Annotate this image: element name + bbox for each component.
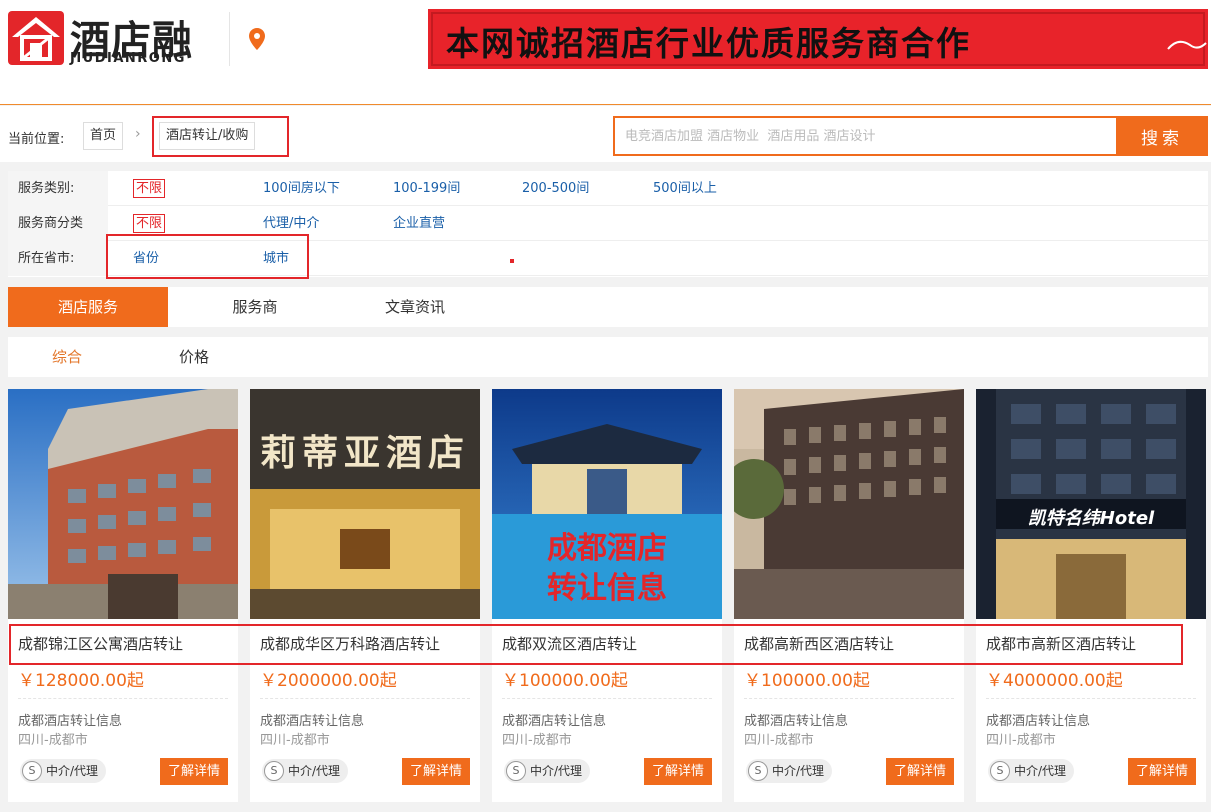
main-tabs: 酒店服务 服务商 文章资讯	[8, 287, 1208, 327]
breadcrumb-label: 当前位置:	[8, 132, 65, 147]
tab-providers[interactable]: 服务商	[175, 287, 335, 327]
details-button[interactable]: 了解详情	[1128, 758, 1196, 785]
hotel-sign-text: 凯特名纬Hotel	[1027, 508, 1155, 529]
provider-badge: S 中介/代理	[746, 759, 833, 783]
page: 酒店融 JIUDIANRONG 本网诚招酒店行业优质服务商合作 当前位置: 首页…	[0, 0, 1211, 812]
provider-s-icon: S	[264, 761, 284, 781]
search-box	[613, 116, 1117, 156]
listing-location: 四川-成都市	[986, 733, 1056, 748]
provider-badge: S 中介/代理	[262, 759, 349, 783]
breadcrumb-home[interactable]: 首页	[83, 122, 124, 150]
listing-location: 四川-成都市	[18, 733, 88, 748]
listing-photo[interactable]: 凯特名纬Hotel	[976, 389, 1206, 619]
search-button[interactable]: 搜索	[1116, 116, 1208, 156]
provider-s-icon: S	[506, 761, 526, 781]
listing-category: 成都酒店转让信息	[502, 714, 607, 729]
overlay-text-line1: 成都酒店	[547, 531, 667, 566]
location-pin-icon[interactable]	[247, 27, 267, 51]
tab-hotel-service[interactable]: 酒店服务	[8, 287, 168, 327]
divider	[18, 698, 228, 699]
provider-s-icon: S	[22, 761, 42, 781]
listing-location: 四川-成都市	[260, 733, 330, 748]
listing-price: ￥4000000.00起	[986, 671, 1123, 691]
sort-tab-overall[interactable]: 综合	[52, 337, 82, 377]
details-button[interactable]: 了解详情	[402, 758, 470, 785]
details-button[interactable]: 了解详情	[160, 758, 228, 785]
highlight-box-titles	[9, 624, 1183, 665]
filter-option[interactable]: 100间房以下	[263, 171, 340, 206]
listing-photo[interactable]: 莉蒂亚酒店	[250, 389, 480, 619]
chevron-right-icon: ›	[135, 126, 141, 142]
hotel-sign-text: 莉蒂亚酒店	[259, 433, 470, 474]
sort-tabs: 综合 价格	[8, 337, 1208, 377]
listing-photo[interactable]	[8, 389, 238, 619]
filter-option[interactable]: 200-500间	[522, 171, 589, 206]
listing-price: ￥128000.00起	[18, 671, 144, 691]
listing-card[interactable]: 成都酒店 转让信息 成都双流区酒店转让 ￥100000.00起 成都酒店转让信息…	[492, 389, 722, 802]
provider-s-icon: S	[748, 761, 768, 781]
listing-location: 四川-成都市	[502, 733, 572, 748]
banner-text: 本网诚招酒店行业优质服务商合作	[446, 24, 971, 63]
logo-subtitle: JIUDIANRONG	[70, 51, 186, 66]
provider-badge-label: 中介/代理	[1014, 764, 1067, 778]
listing-card[interactable]: 凯特名纬Hotel 成都市高新区酒店转让 ￥4000000.00起 成都酒店转让…	[976, 389, 1206, 802]
filter-label: 服务商分类	[8, 206, 108, 241]
provider-s-icon: S	[990, 761, 1010, 781]
listing-category: 成都酒店转让信息	[986, 714, 1091, 729]
listing-category: 成都酒店转让信息	[744, 714, 849, 729]
provider-badge-label: 中介/代理	[288, 764, 341, 778]
listing-category: 成都酒店转让信息	[18, 714, 123, 729]
highlight-box-breadcrumb	[152, 116, 289, 157]
provider-badge-label: 中介/代理	[530, 764, 583, 778]
site-header: 酒店融 JIUDIANRONG 本网诚招酒店行业优质服务商合作	[0, 0, 1211, 105]
filter-option[interactable]: 100-199间	[393, 171, 460, 206]
divider	[744, 698, 954, 699]
filter-option-any[interactable]: 不限	[133, 179, 166, 198]
filter-label: 服务类别:	[8, 171, 108, 206]
provider-badge: S 中介/代理	[988, 759, 1075, 783]
listing-card[interactable]: 成都高新西区酒店转让 ￥100000.00起 成都酒店转让信息 四川-成都市 S…	[734, 389, 964, 802]
details-button[interactable]: 了解详情	[644, 758, 712, 785]
sort-tab-price[interactable]: 价格	[179, 337, 209, 377]
highlight-box-province	[106, 234, 309, 279]
listing-price: ￥100000.00起	[502, 671, 628, 691]
search-input[interactable]	[615, 118, 1117, 154]
site-logo[interactable]: 酒店融 JIUDIANRONG	[8, 11, 213, 66]
details-button[interactable]: 了解详情	[886, 758, 954, 785]
header-divider	[229, 12, 230, 66]
tab-articles[interactable]: 文章资讯	[335, 287, 495, 327]
filter-option-any[interactable]: 不限	[133, 214, 166, 233]
listing-photo[interactable]	[734, 389, 964, 619]
logo-house-icon	[8, 11, 64, 65]
provider-badge: S 中介/代理	[20, 759, 107, 783]
divider	[986, 698, 1196, 699]
red-dot	[510, 259, 514, 263]
provider-badge: S 中介/代理	[504, 759, 591, 783]
listing-card[interactable]: 莉蒂亚酒店 成都成华区万科路酒店转让 ￥2000000.00起 成都酒店转让信息…	[250, 389, 480, 802]
ad-banner[interactable]: 本网诚招酒店行业优质服务商合作	[428, 9, 1208, 69]
overlay-text-line2: 转让信息	[547, 571, 667, 606]
listing-category: 成都酒店转让信息	[260, 714, 365, 729]
filter-option[interactable]: 企业直营	[393, 206, 445, 241]
divider	[260, 698, 470, 699]
divider	[502, 698, 712, 699]
provider-badge-label: 中介/代理	[772, 764, 825, 778]
filter-option[interactable]: 500间以上	[653, 171, 717, 206]
listing-price: ￥100000.00起	[744, 671, 870, 691]
listing-price: ￥2000000.00起	[260, 671, 397, 691]
listing-location: 四川-成都市	[744, 733, 814, 748]
filter-row-service-type: 服务类别: 不限 100间房以下 100-199间 200-500间 500间以…	[8, 171, 1208, 206]
listing-photo[interactable]: 成都酒店 转让信息	[492, 389, 722, 619]
listing-card[interactable]: 成都锦江区公寓酒店转让 ￥128000.00起 成都酒店转让信息 四川-成都市 …	[8, 389, 238, 802]
provider-badge-label: 中介/代理	[46, 764, 99, 778]
filter-label: 所在省市:	[8, 241, 108, 276]
